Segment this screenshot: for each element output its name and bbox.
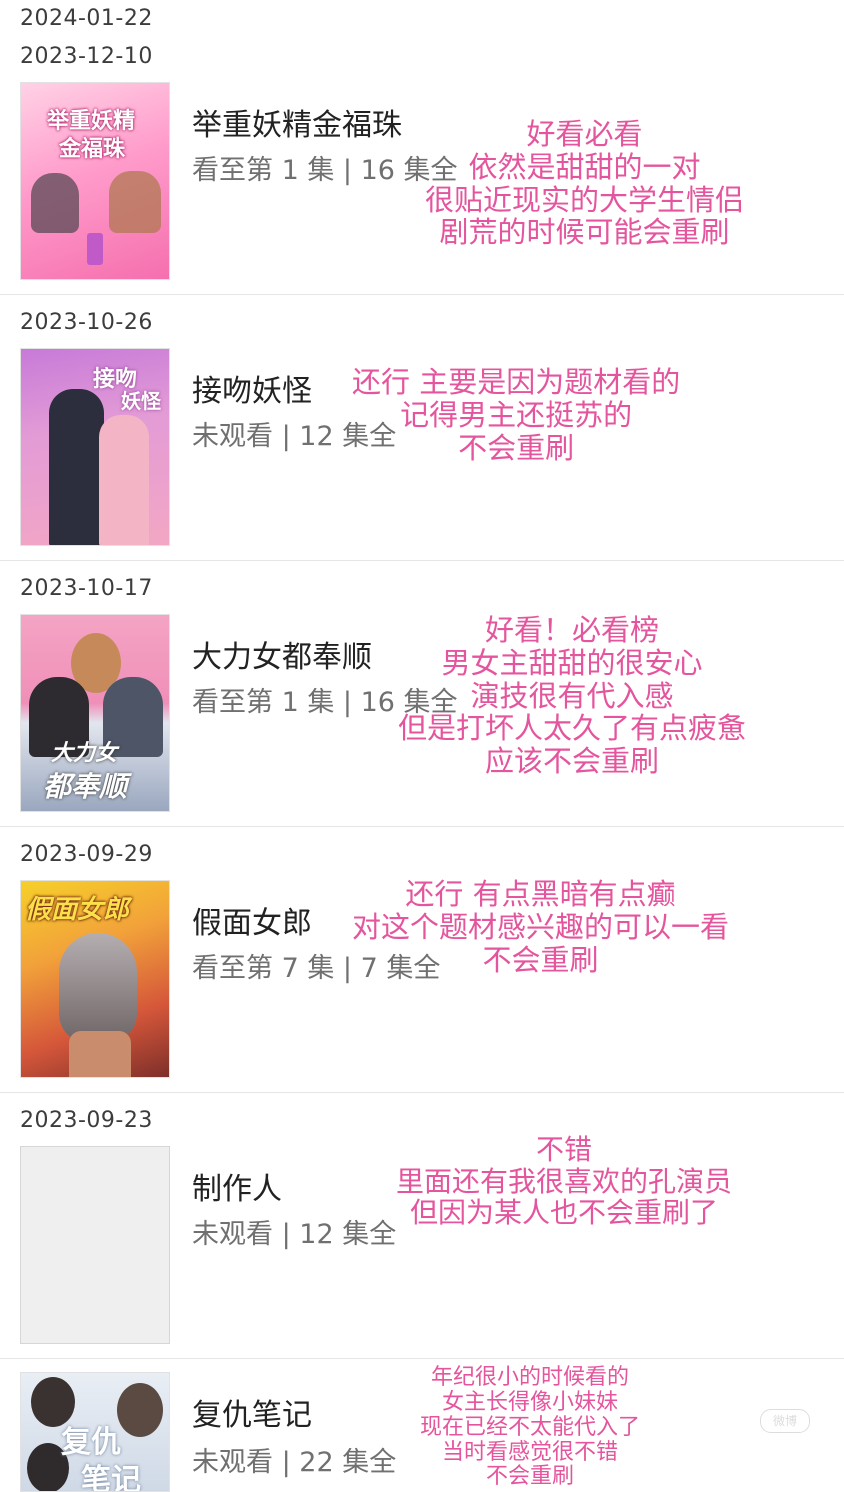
handwritten-note: 不错 里面还有我很喜欢的孔演员 但因为某人也不会重刷了: [396, 1133, 733, 1230]
poster-image[interactable]: 举重妖精 金福珠: [20, 82, 170, 280]
divider: [0, 1358, 844, 1359]
show-title[interactable]: 大力女都奉顺: [192, 632, 372, 676]
watch-status: 看至第 1 集 | 16 集全: [192, 155, 458, 186]
poster-image[interactable]: 大力女 都奉顺: [20, 614, 170, 812]
entry-date: 2023-09-23: [20, 1108, 153, 1133]
watermark-logo: 微博: [760, 1409, 810, 1433]
handwritten-note: 好看必看 依然是甜甜的一对 很贴近现实的大学生情侣 剧荒的时候可能会重刷: [425, 117, 745, 250]
divider: [0, 294, 844, 295]
entry-date: 2023-09-29: [20, 842, 153, 867]
divider: [0, 826, 844, 827]
show-title[interactable]: 复仇笔记: [192, 1390, 312, 1434]
watch-status: 未观看 | 22 集全: [192, 1447, 397, 1478]
divider: [0, 1092, 844, 1093]
handwritten-note: 还行 主要是因为题材看的 记得男主还挺苏的 不会重刷: [352, 365, 681, 465]
poster-image[interactable]: 假面女郎: [20, 880, 170, 1078]
entry-date: 2023-10-26: [20, 310, 153, 335]
divider: [0, 560, 844, 561]
show-title[interactable]: 接吻妖怪: [192, 366, 312, 410]
handwritten-note: 还行 有点黑暗有点癫 对这个题材感兴趣的可以一看 不会重刷: [352, 877, 730, 977]
poster-title-text: 大力女: [51, 741, 118, 766]
handwritten-note: 好看！必看榜 男女主甜甜的很安心 演技很有代入感 但是打坏人太久了有点疲惫 应该…: [398, 613, 747, 779]
entry-date: 2023-12-10: [20, 44, 153, 69]
poster-title-text: 假面女郎: [25, 895, 130, 925]
poster-title-text: 都奉顺: [43, 770, 128, 803]
show-title[interactable]: 制作人: [192, 1164, 282, 1208]
show-title[interactable]: 假面女郎: [192, 898, 312, 942]
poster-title-text: 金福珠: [59, 137, 126, 162]
watch-status: 未观看 | 12 集全: [192, 1219, 397, 1250]
poster-image[interactable]: 接吻 妖怪: [20, 348, 170, 546]
poster-title-text: 笔记: [81, 1463, 141, 1492]
poster-placeholder[interactable]: [20, 1146, 170, 1344]
poster-title-text: 妖怪: [121, 389, 161, 413]
poster-image[interactable]: 复仇 笔记: [20, 1372, 170, 1492]
entry-date: 2023-10-17: [20, 576, 153, 601]
top-date: 2024-01-22: [20, 6, 153, 31]
show-title[interactable]: 举重妖精金福珠: [192, 100, 402, 144]
handwritten-note: 年纪很小的时候看的 女主长得像小妹妹 现在已经不太能代入了 当时看感觉很不错 不…: [420, 1365, 641, 1490]
